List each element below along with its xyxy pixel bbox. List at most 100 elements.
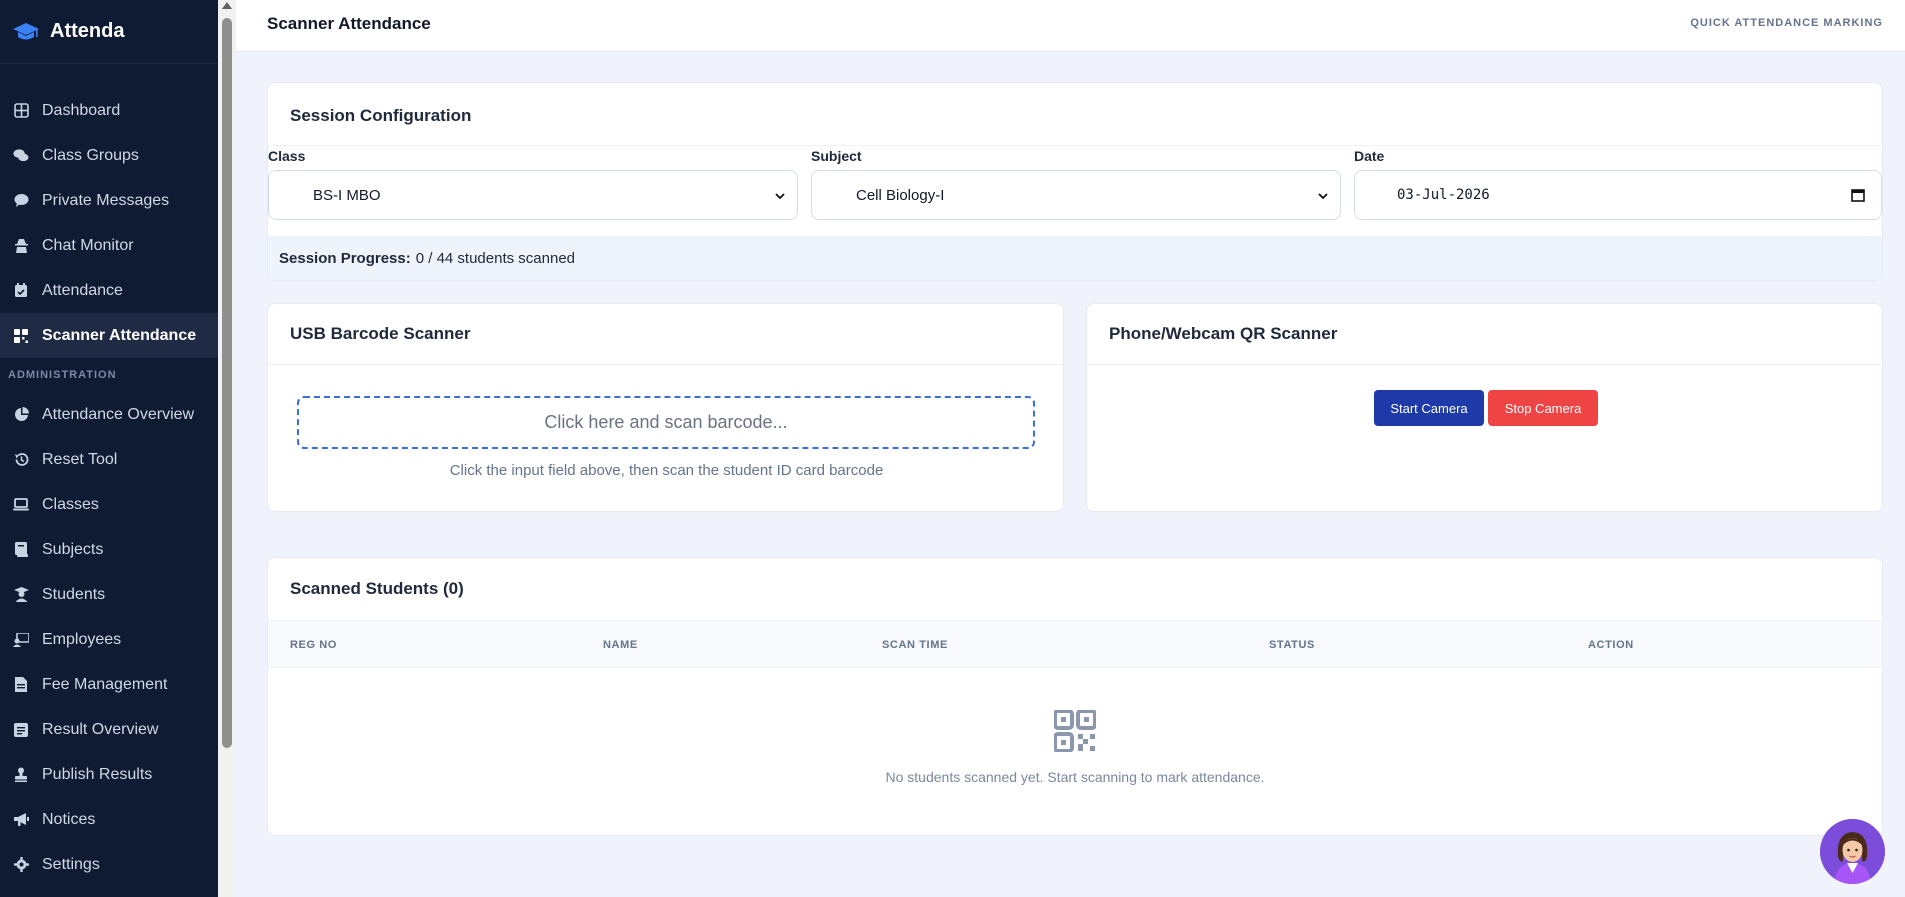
sidebar-item-students[interactable]: Students — [0, 572, 218, 617]
gear-icon — [13, 857, 29, 873]
progress-label: Session Progress: — [279, 249, 411, 267]
sidebar-item-label: Result Overview — [42, 720, 159, 738]
invoice-icon — [13, 677, 29, 693]
grid-icon — [13, 103, 29, 119]
book-icon — [13, 542, 29, 558]
laptop-icon — [13, 497, 29, 513]
column-header-reg-no[interactable]: REG NO — [290, 639, 337, 651]
sidebar-item-scanner-attendance[interactable]: Scanner Attendance — [0, 313, 218, 358]
sidebar-item-publish-results[interactable]: Publish Results — [0, 752, 218, 797]
column-header-action[interactable]: ACTION — [1588, 639, 1634, 651]
sidebar-item-label: Chat Monitor — [42, 236, 134, 254]
session-configuration-card: Session Configuration Class BS-I MBO Sub… — [267, 82, 1883, 281]
stop-camera-button[interactable]: Stop Camera — [1488, 390, 1598, 426]
page-subtitle: QUICK ATTENDANCE MARKING — [1690, 17, 1883, 29]
start-camera-button[interactable]: Start Camera — [1374, 390, 1484, 426]
sidebar-item-attendance-overview[interactable]: Attendance Overview — [0, 392, 218, 437]
scanner-hint: Click the input field above, then scan t… — [449, 462, 884, 479]
table-header: REG NO NAME SCAN TIME STATUS ACTION — [268, 620, 1882, 668]
chat-bubbles-icon — [13, 148, 29, 164]
graduate-icon — [13, 587, 29, 603]
scrollbar-thumb[interactable] — [222, 18, 232, 748]
chevron-down-icon — [775, 193, 785, 200]
calendar-check-icon — [13, 283, 29, 299]
sidebar-item-label: Subjects — [42, 540, 104, 558]
sidebar-item-chat-monitor[interactable]: Chat Monitor — [0, 223, 218, 268]
sidebar-item-reset-tool[interactable]: Reset Tool — [0, 437, 218, 482]
barcode-input-placeholder: Click here and scan barcode... — [544, 412, 788, 432]
sidebar-scrollbar[interactable] — [218, 0, 236, 897]
column-header-status[interactable]: STATUS — [1269, 639, 1315, 651]
pie-chart-icon — [13, 407, 29, 423]
user-secret-icon — [13, 238, 29, 254]
barcode-input[interactable]: Click here and scan barcode... — [297, 396, 1035, 449]
date-field: Date 03-Jul-2026 — [1354, 148, 1882, 220]
sidebar-item-label: Settings — [42, 855, 100, 873]
sidebar-item-attendance[interactable]: Attendance — [0, 268, 218, 313]
sidebar-item-class-groups[interactable]: Class Groups — [0, 133, 218, 178]
sidebar-item-label: Private Messages — [42, 191, 170, 209]
subject-field: Subject Cell Biology-I — [811, 148, 1341, 220]
sidebar-item-result-overview[interactable]: Result Overview — [0, 707, 218, 752]
message-icon — [13, 193, 29, 209]
progress-text: 0 / 44 students scanned — [415, 249, 575, 267]
sidebar-item-label: Students — [42, 585, 106, 603]
empty-state-message: No students scanned yet. Start scanning … — [885, 769, 1265, 785]
card-title: Scanned Students (0) — [290, 579, 464, 598]
usb-scanner-card: USB Barcode Scanner Click here and scan … — [267, 303, 1064, 512]
sidebar-item-label: Scanner Attendance — [42, 326, 197, 344]
sidebar-nav: Dashboard Class Groups Private Messages … — [0, 88, 218, 887]
qrcode-icon — [13, 328, 29, 344]
scroll-up-arrow-icon[interactable] — [222, 2, 232, 9]
sidebar-item-notices[interactable]: Notices — [0, 797, 218, 842]
assistant-avatar-icon — [1820, 819, 1885, 884]
chevron-down-icon — [1318, 193, 1328, 200]
column-header-scan-time[interactable]: SCAN TIME — [882, 639, 948, 651]
session-progress: Session Progress: 0 / 44 students scanne… — [268, 236, 1882, 280]
empty-state: No students scanned yet. Start scanning … — [268, 709, 1882, 785]
sidebar-item-label: Attendance — [42, 281, 123, 299]
report-icon — [13, 722, 29, 738]
sidebar-item-label: Attendance Overview — [42, 405, 195, 423]
class-field: Class BS-I MBO — [268, 148, 798, 220]
scanned-students-card: Scanned Students (0) REG NO NAME SCAN TI… — [267, 557, 1883, 836]
sidebar-item-label: Employees — [42, 630, 122, 648]
sidebar-item-label: Classes — [42, 495, 99, 513]
megaphone-icon — [13, 812, 29, 828]
assistant-avatar[interactable] — [1820, 819, 1885, 884]
class-label: Class — [268, 148, 306, 164]
brand-name: Attenda — [50, 20, 125, 42]
subject-label: Subject — [811, 148, 862, 164]
sidebar-item-label: Notices — [42, 810, 96, 828]
date-input-value: 03-Jul-2026 — [1397, 187, 1490, 203]
graduation-cap-icon — [12, 20, 40, 44]
sidebar-item-label: Dashboard — [42, 101, 121, 119]
date-label: Date — [1354, 148, 1385, 164]
column-header-name[interactable]: NAME — [603, 639, 638, 651]
subject-select[interactable]: Cell Biology-I — [811, 170, 1341, 220]
sidebar-item-settings[interactable]: Settings — [0, 842, 218, 887]
date-input[interactable]: 03-Jul-2026 — [1354, 170, 1882, 220]
sidebar-item-label: Class Groups — [42, 146, 139, 164]
sidebar-item-employees[interactable]: Employees — [0, 617, 218, 662]
sidebar-item-private-messages[interactable]: Private Messages — [0, 178, 218, 223]
chalkboard-teacher-icon — [13, 632, 29, 648]
history-icon — [13, 452, 29, 468]
sidebar: Attenda Dashboard Class Groups Private M… — [0, 0, 218, 897]
sidebar-section-heading: ADMINISTRATION — [8, 369, 117, 381]
stamp-icon — [13, 767, 29, 783]
class-select[interactable]: BS-I MBO — [268, 170, 798, 220]
card-title: Phone/Webcam QR Scanner — [1087, 304, 1882, 365]
webcam-qr-scanner-card: Phone/Webcam QR Scanner Start Camera Sto… — [1086, 303, 1883, 512]
calendar-icon[interactable] — [1851, 188, 1865, 202]
sidebar-item-subjects[interactable]: Subjects — [0, 527, 218, 572]
class-select-value: BS-I MBO — [313, 186, 381, 204]
qrcode-icon — [1053, 709, 1097, 753]
brand[interactable]: Attenda — [0, 0, 218, 64]
sidebar-item-dashboard[interactable]: Dashboard — [0, 88, 218, 133]
sidebar-item-classes[interactable]: Classes — [0, 482, 218, 527]
card-title: Session Configuration — [268, 83, 1882, 146]
page-title: Scanner Attendance — [267, 14, 431, 33]
sidebar-item-fee-management[interactable]: Fee Management — [0, 662, 218, 707]
subject-select-value: Cell Biology-I — [856, 186, 945, 204]
